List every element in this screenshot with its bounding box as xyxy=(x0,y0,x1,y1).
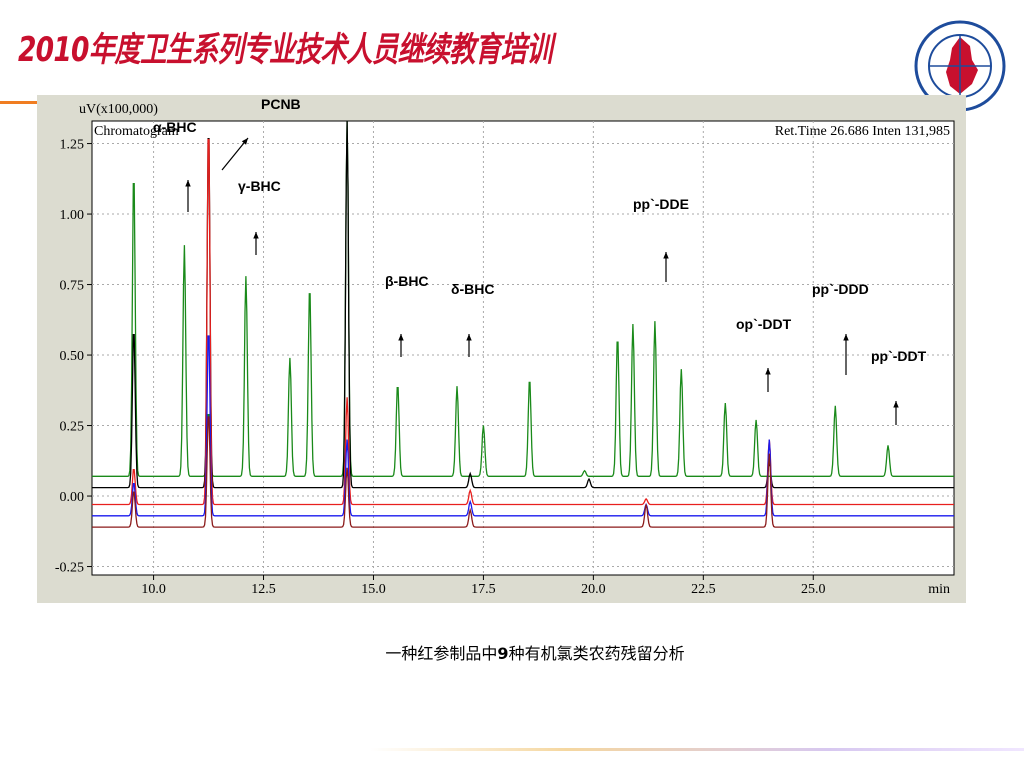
peak-label: β-BHC xyxy=(385,273,429,289)
y-tick-label: 1.25 xyxy=(60,138,85,153)
x-tick-label: 17.5 xyxy=(471,582,496,597)
y-tick-label: 0.00 xyxy=(60,490,85,505)
y-tick-label: -0.25 xyxy=(55,561,84,576)
y-axis-label: uV(x100,000) xyxy=(79,102,158,117)
x-tick-label: 20.0 xyxy=(581,582,606,597)
y-tick-label: 0.75 xyxy=(60,279,85,294)
peak-label: δ-BHC xyxy=(451,281,494,297)
figure-caption: 一种红参制品中9种有机氯类农药残留分析 xyxy=(0,640,1024,664)
chromatogram-chart: 10.0 12.5 15.0 17.5 20.0 22.5 25.0 1.25 1.00 0.75… xyxy=(55,96,955,597)
x-tick-label: 10.0 xyxy=(141,582,166,597)
title-accent-rule xyxy=(0,101,40,104)
x-tick-label: 22.5 xyxy=(691,582,716,597)
y-tick-label: 0.50 xyxy=(60,349,85,364)
y-tick-label: 1.00 xyxy=(60,208,85,223)
peak-label: pp`-DDD xyxy=(812,281,869,297)
chart-header-right: Ret.Time 26.686 Inten 131,985 xyxy=(775,124,950,139)
peak-label: PCNB xyxy=(261,96,301,112)
caption-part-1: 一种红参制品中 xyxy=(385,644,498,663)
peak-label: pp`-DDE xyxy=(633,196,689,212)
x-tick-label: 12.5 xyxy=(251,582,275,597)
peak-label: pp`-DDT xyxy=(871,348,927,364)
bottom-decorative-rule xyxy=(370,748,1024,751)
peak-label: γ-BHC xyxy=(238,178,281,194)
peak-label: α-BHC xyxy=(153,119,197,135)
peak-label: op`-DDT xyxy=(736,316,792,332)
plot-area xyxy=(91,120,955,576)
caption-part-2: 种有机氯类农药残留分析 xyxy=(508,644,685,663)
x-tick-label: 25.0 xyxy=(801,582,826,597)
slide-title: 2010年度卫生系列专业技术人员继续教育培训 xyxy=(18,30,553,70)
x-tick-label: 15.0 xyxy=(361,582,386,597)
y-tick-label: 0.25 xyxy=(60,420,85,435)
caption-number: 9 xyxy=(497,644,509,663)
x-unit-label: min xyxy=(928,582,950,597)
